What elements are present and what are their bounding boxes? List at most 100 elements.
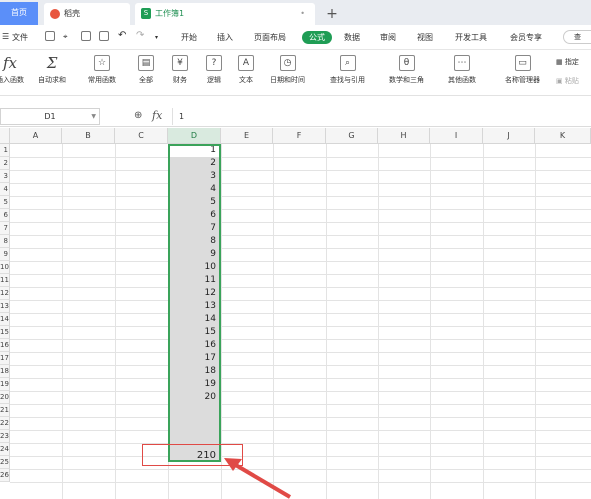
formula-ribbon: fx 插入函数 Σ 自动求和 ☆ 常用函数 ▤ 全部 ¥ 财务 ? 逻辑 A 文…: [0, 51, 591, 96]
paste-icon: ▣: [556, 77, 563, 85]
row-header[interactable]: 4: [0, 183, 10, 196]
lookup-button[interactable]: ⌕ 查找与引用: [330, 55, 365, 85]
zoom-icon[interactable]: ⊕: [134, 110, 142, 121]
undo-icon[interactable]: ↶: [118, 30, 126, 41]
chevron-down-icon[interactable]: ▼: [91, 109, 96, 124]
common-functions-button[interactable]: ☆ 常用函数: [88, 55, 116, 85]
text-icon: A: [238, 55, 254, 71]
column-header-c[interactable]: C: [115, 128, 168, 144]
math-button[interactable]: θ 数学和三角: [389, 55, 424, 85]
menu-view[interactable]: 视图: [417, 32, 433, 43]
tab-daoke[interactable]: 稻壳: [44, 3, 130, 25]
new-tab-button[interactable]: +: [324, 3, 340, 25]
grid-line: [10, 183, 591, 184]
grid-line: [483, 144, 484, 499]
row-header[interactable]: 9: [0, 248, 10, 261]
column-header-k[interactable]: K: [535, 128, 591, 144]
grid-line: [10, 248, 591, 249]
menu-data[interactable]: 数据: [344, 32, 360, 43]
name-box-value: D1: [44, 112, 56, 121]
tab-home[interactable]: 首页: [0, 2, 38, 25]
row-header[interactable]: 10: [0, 261, 10, 274]
all-functions-button[interactable]: ▤ 全部: [138, 55, 154, 85]
row-header[interactable]: 8: [0, 235, 10, 248]
search-box[interactable]: 查: [563, 30, 591, 44]
insert-function-button[interactable]: fx 插入函数: [0, 55, 24, 85]
unsaved-dot: •: [300, 9, 305, 18]
menu-file[interactable]: 文件: [12, 32, 28, 43]
row-header[interactable]: 25: [0, 456, 10, 469]
name-tag-icon: ▭: [514, 55, 531, 71]
logic-label: 逻辑: [207, 76, 221, 84]
specify-button[interactable]: ▦ 指定: [556, 57, 579, 67]
select-all-corner[interactable]: [0, 128, 10, 144]
save-icon[interactable]: [45, 31, 55, 41]
column-header-a[interactable]: A: [10, 128, 62, 144]
common-functions-label: 常用函数: [88, 76, 116, 84]
specify-icon: ▦: [556, 58, 563, 66]
grid-line: [10, 378, 591, 379]
column-header-j[interactable]: J: [483, 128, 535, 144]
column-header-f[interactable]: F: [273, 128, 326, 144]
row-header[interactable]: 22: [0, 417, 10, 430]
column-header-g[interactable]: G: [326, 128, 378, 144]
row-header[interactable]: 18: [0, 365, 10, 378]
row-header[interactable]: 16: [0, 339, 10, 352]
grid-line: [430, 144, 431, 499]
formula-bar: D1 ▼ ⊕ fx 1: [0, 106, 591, 127]
autosum-button[interactable]: Σ 自动求和: [38, 55, 66, 85]
row-header[interactable]: 19: [0, 378, 10, 391]
logic-button[interactable]: ? 逻辑: [206, 55, 222, 85]
row-header[interactable]: 20: [0, 391, 10, 404]
column-header-e[interactable]: E: [221, 128, 273, 144]
format-painter-icon[interactable]: ⌖: [63, 32, 68, 42]
menu-review[interactable]: 审阅: [380, 32, 396, 43]
redo-icon[interactable]: ↷: [136, 30, 144, 41]
grid-line: [10, 391, 591, 392]
menu-insert[interactable]: 插入: [217, 32, 233, 43]
print-icon[interactable]: [81, 31, 91, 41]
insert-function-label: 插入函数: [0, 76, 24, 84]
column-header-i[interactable]: I: [430, 128, 483, 144]
quick-access-dropdown-icon[interactable]: ▾: [155, 34, 158, 41]
row-header[interactable]: 1: [0, 144, 10, 157]
row-header[interactable]: 5: [0, 196, 10, 209]
function-book-icon: ▤: [138, 55, 154, 71]
preview-icon[interactable]: [99, 31, 109, 41]
clock-icon: ◷: [279, 55, 296, 71]
row-header[interactable]: 7: [0, 222, 10, 235]
formula-input[interactable]: 1: [172, 108, 591, 125]
row-header[interactable]: 23: [0, 430, 10, 443]
row-header[interactable]: 17: [0, 352, 10, 365]
text-button[interactable]: A 文本: [238, 55, 254, 85]
row-header[interactable]: 26: [0, 469, 10, 482]
row-header[interactable]: 6: [0, 209, 10, 222]
menu-developer[interactable]: 开发工具: [455, 32, 487, 43]
other-functions-button[interactable]: ⋯ 其他函数: [448, 55, 476, 85]
menu-member[interactable]: 会员专享: [510, 32, 542, 43]
row-header[interactable]: 2: [0, 157, 10, 170]
paste-button[interactable]: ▣ 粘贴: [556, 76, 579, 86]
row-header[interactable]: 24: [0, 443, 10, 456]
menu-page-layout[interactable]: 页面布局: [254, 32, 286, 43]
column-header-b[interactable]: B: [62, 128, 115, 144]
datetime-button[interactable]: ◷ 日期和时间: [270, 55, 305, 85]
column-header-h[interactable]: H: [378, 128, 430, 144]
row-header[interactable]: 21: [0, 404, 10, 417]
tab-workbook[interactable]: S 工作簿1 •: [135, 3, 315, 25]
row-header[interactable]: 13: [0, 300, 10, 313]
row-header[interactable]: 14: [0, 313, 10, 326]
menu-formula[interactable]: 公式: [302, 31, 332, 44]
tab-daoke-label: 稻壳: [64, 9, 80, 18]
fx-button[interactable]: fx: [152, 109, 162, 122]
row-header[interactable]: 15: [0, 326, 10, 339]
row-header[interactable]: 3: [0, 170, 10, 183]
menu-icon[interactable]: ☰: [2, 32, 9, 41]
menu-start[interactable]: 开始: [181, 32, 197, 43]
row-header[interactable]: 12: [0, 287, 10, 300]
name-manager-button[interactable]: ▭ 名称管理器: [505, 55, 540, 85]
name-box[interactable]: D1 ▼: [0, 108, 100, 125]
column-header-d[interactable]: D: [168, 128, 221, 144]
row-header[interactable]: 11: [0, 274, 10, 287]
finance-button[interactable]: ¥ 财务: [172, 55, 188, 85]
